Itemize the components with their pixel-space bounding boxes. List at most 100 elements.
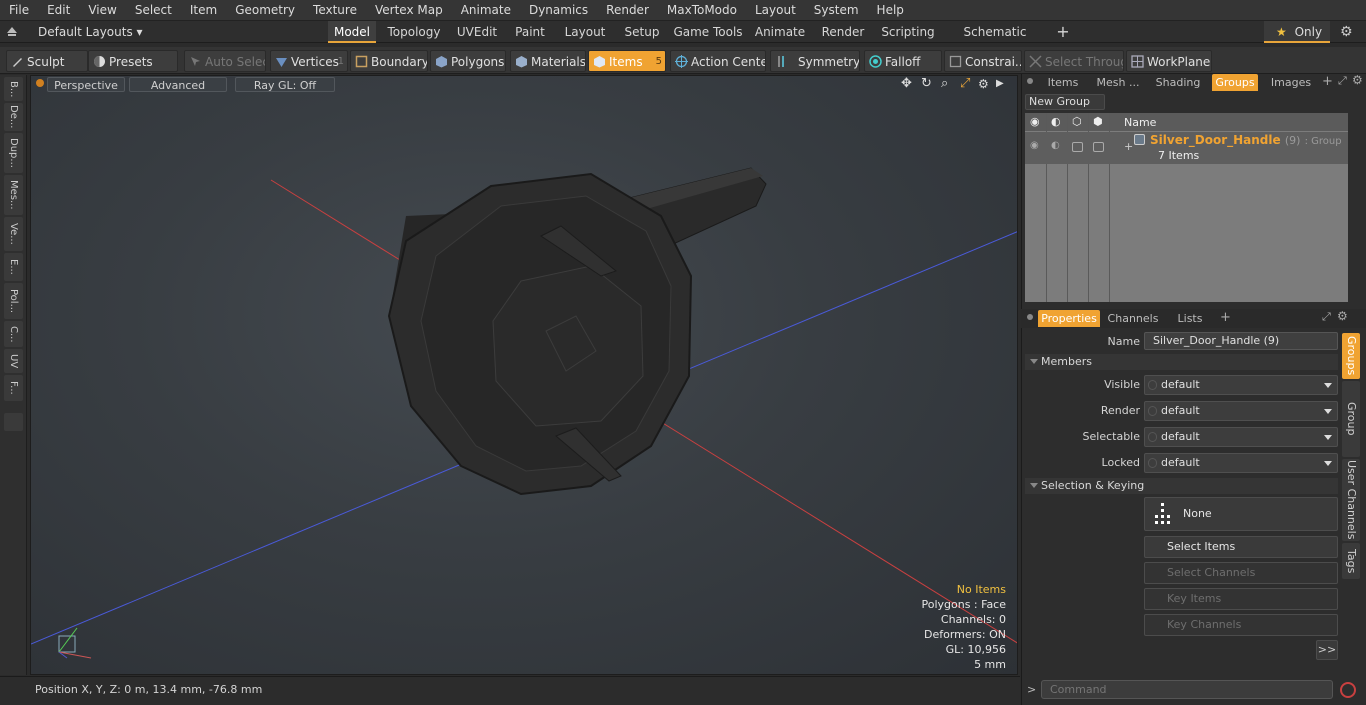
side-tab-user-channels[interactable]: User Channels <box>1342 459 1360 541</box>
view-settings-gear-icon[interactable]: ⚙ <box>978 77 992 91</box>
sculpt-button[interactable]: Sculpt <box>6 50 88 72</box>
materials-button[interactable]: Materials <box>510 50 586 72</box>
falloff-button[interactable]: Falloff <box>864 50 942 72</box>
fit-view-icon[interactable]: ⤢ <box>960 77 974 91</box>
tab-paint[interactable]: Paint <box>510 21 550 43</box>
perspective-button[interactable]: Perspective <box>47 77 125 92</box>
side-tab-group-display[interactable]: Group Display <box>1342 381 1360 457</box>
menu-system[interactable]: System <box>805 3 868 17</box>
left-tab-edge[interactable]: E... <box>4 253 23 281</box>
symmetry-button[interactable]: Symmetry <box>770 50 860 72</box>
key-channels-button[interactable]: Key Channels <box>1144 614 1338 636</box>
left-tab-polygon[interactable]: Pol... <box>4 283 23 319</box>
render-icon[interactable]: ◐ <box>1051 115 1061 128</box>
group-row[interactable]: ◉ ◐ + Silver_Door_Handle (9) : Group 7 I… <box>1025 132 1348 164</box>
menu-vertex-map[interactable]: Vertex Map <box>366 3 452 17</box>
vertices-button[interactable]: Vertices 1 <box>270 50 348 72</box>
expand-plus-icon[interactable]: + <box>1124 140 1133 153</box>
only-toggle[interactable]: ★ Only <box>1264 21 1330 43</box>
panel-menu-dot-icon[interactable] <box>1027 78 1033 84</box>
key-items-button[interactable]: Key Items <box>1144 588 1338 610</box>
locked-dropdown[interactable]: default <box>1144 453 1338 473</box>
left-tab-uv[interactable]: UV <box>4 349 23 373</box>
menu-select[interactable]: Select <box>126 3 181 17</box>
auto-select-button[interactable]: Auto Select <box>184 50 266 72</box>
visibility-eye-icon[interactable]: ◉ <box>1030 115 1040 128</box>
add-props-tab-icon[interactable]: + <box>1220 310 1231 325</box>
maximize-props-icon[interactable]: ⤢ <box>1322 310 1331 324</box>
render-dropdown[interactable]: default <box>1144 401 1338 421</box>
workplane-button[interactable]: WorkPlane <box>1126 50 1212 72</box>
boundary-button[interactable]: Boundary <box>350 50 428 72</box>
groups-list-scrollbar[interactable] <box>1350 113 1360 302</box>
menu-maxtomodo[interactable]: MaxToModo <box>658 3 746 17</box>
menu-help[interactable]: Help <box>868 3 913 17</box>
tab-items[interactable]: Items <box>1040 74 1086 91</box>
row-render-icon[interactable]: ◐ <box>1051 140 1060 151</box>
tab-groups[interactable]: Groups <box>1212 74 1258 91</box>
expand-arrow-icon[interactable]: ▶ <box>996 77 1008 91</box>
menu-item[interactable]: Item <box>181 3 226 17</box>
tab-schematic-fusion[interactable]: Schematic Fusion <box>946 21 1044 61</box>
tab-layout[interactable]: Layout <box>558 21 612 43</box>
menu-file[interactable]: File <box>0 3 38 17</box>
polygons-button[interactable]: Polygons <box>430 50 506 72</box>
members-section[interactable]: Members <box>1025 354 1338 370</box>
select-channels-button[interactable]: Select Channels <box>1144 562 1338 584</box>
selectable-icon[interactable]: ⬡ <box>1072 115 1082 128</box>
menu-animate[interactable]: Animate <box>452 3 520 17</box>
tab-setup[interactable]: Setup <box>620 21 664 43</box>
select-items-button[interactable]: Select Items <box>1144 536 1338 558</box>
side-tab-tags[interactable]: Tags <box>1342 543 1360 579</box>
left-tab-fusion[interactable]: F... <box>4 375 23 401</box>
left-tab-vertex[interactable]: Ve... <box>4 217 23 251</box>
side-tab-groups[interactable]: Groups <box>1342 333 1360 379</box>
left-tab-extra[interactable] <box>4 413 23 431</box>
row-eye-icon[interactable]: ◉ <box>1030 140 1039 151</box>
viewport-menu-dot-icon[interactable] <box>36 79 44 87</box>
tab-model[interactable]: Model <box>328 21 376 43</box>
settings-gear-icon[interactable]: ⚙ <box>1340 24 1356 40</box>
tab-scripting[interactable]: Scripting <box>878 21 938 43</box>
left-tab-basic[interactable]: B... <box>4 77 23 101</box>
tab-animate[interactable]: Animate <box>752 21 808 43</box>
zoom-view-icon[interactable]: ⌕ <box>941 77 955 91</box>
record-macro-icon[interactable] <box>1340 682 1356 698</box>
tab-lists[interactable]: Lists <box>1166 310 1214 327</box>
more-button[interactable]: >> <box>1316 640 1338 660</box>
move-view-icon[interactable]: ✥ <box>901 77 915 91</box>
visible-dropdown[interactable]: default <box>1144 375 1338 395</box>
selection-keying-section[interactable]: Selection & Keying <box>1025 478 1338 494</box>
props-settings-gear-icon[interactable]: ⚙ <box>1337 309 1348 323</box>
menu-edit[interactable]: Edit <box>38 3 79 17</box>
select-through-button[interactable]: Select Through <box>1024 50 1124 72</box>
selectable-dropdown[interactable]: default <box>1144 427 1338 447</box>
tab-images[interactable]: Images <box>1264 74 1318 91</box>
props-menu-dot-icon[interactable] <box>1027 314 1033 320</box>
tab-channels[interactable]: Channels <box>1104 310 1162 327</box>
menu-view[interactable]: View <box>79 3 125 17</box>
panel-settings-gear-icon[interactable]: ⚙ <box>1352 73 1363 87</box>
none-button[interactable]: None <box>1144 497 1338 531</box>
menu-render[interactable]: Render <box>597 3 658 17</box>
row-lock-checkbox[interactable] <box>1093 142 1104 152</box>
row-selectable-checkbox[interactable] <box>1072 142 1083 152</box>
tab-topology[interactable]: Topology <box>384 21 444 43</box>
menu-texture[interactable]: Texture <box>304 3 366 17</box>
3d-viewport[interactable]: Perspective Advanced Ray GL: Off ✥ ↻ ⌕ ⤢… <box>30 75 1018 675</box>
presets-button[interactable]: Presets <box>88 50 178 72</box>
layout-selector[interactable]: Default Layouts ▾ <box>38 21 143 43</box>
command-input[interactable] <box>1041 680 1333 699</box>
tab-shading[interactable]: Shading <box>1150 74 1206 91</box>
layout-toggle-icon[interactable] <box>6 25 18 37</box>
left-tab-mesh-edit[interactable]: Mes... <box>4 175 23 215</box>
add-tab-icon[interactable]: + <box>1052 21 1074 43</box>
items-button[interactable]: Items 5 <box>588 50 666 72</box>
tab-uvedit[interactable]: UVEdit <box>452 21 502 43</box>
left-tab-deform[interactable]: De... <box>4 103 23 131</box>
menu-dynamics[interactable]: Dynamics <box>520 3 597 17</box>
left-tab-duplicate[interactable]: Dup... <box>4 133 23 173</box>
group-name-field[interactable]: Silver_Door_Handle (9) <box>1144 332 1338 350</box>
advanced-button[interactable]: Advanced <box>129 77 227 92</box>
constraints-button[interactable]: Constrai... <box>944 50 1022 72</box>
